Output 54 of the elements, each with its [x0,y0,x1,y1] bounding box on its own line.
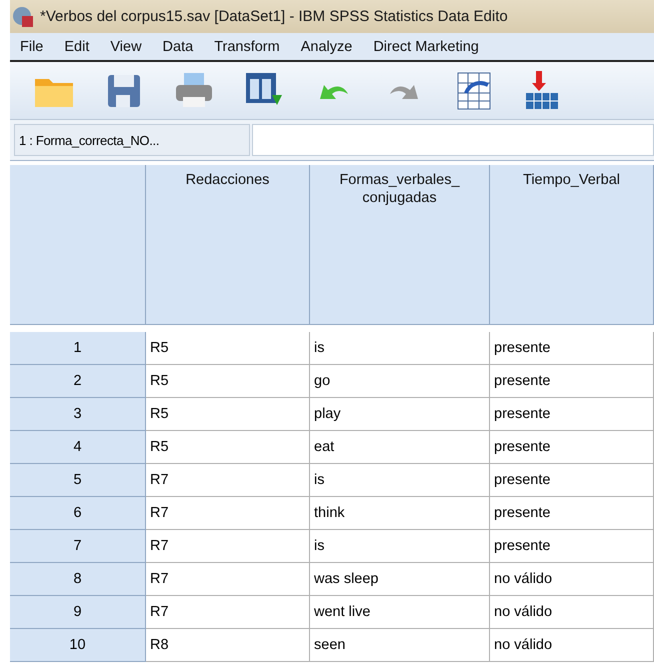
menu-item[interactable]: Edit [64,38,90,54]
table-cell: presente [490,398,654,431]
table-cell: presente [490,431,654,464]
table-cell: R7 [146,563,310,596]
table-cell: R7 [146,497,310,530]
table-cell: presente [490,332,654,365]
menu-item[interactable]: Analyze [300,38,352,54]
table-cell: is [310,464,490,497]
row-number[interactable]: 4 [10,431,146,464]
table-cell: presente [490,497,654,530]
row-number[interactable]: 9 [10,596,146,629]
table-cell: R7 [146,530,310,563]
column-header[interactable]: Tiempo_Verbal [490,165,654,325]
table-cell: R5 [146,398,310,431]
cell-reference: 1 : Forma_correcta_NO... [14,124,250,156]
table-cell: presente [490,365,654,398]
table-cell: presente [490,530,654,563]
menu-item[interactable]: Transform [214,38,280,54]
table-cell: seen [310,629,490,662]
menu-item[interactable]: Data [162,38,194,54]
table-cell: think [310,497,490,530]
table-cell: R5 [146,431,310,464]
menu-item[interactable]: View [110,38,142,54]
row-number[interactable]: 1 [10,332,146,365]
table-cell: R7 [146,596,310,629]
column-header[interactable]: Redacciones [146,165,310,325]
table-cell: eat [310,431,490,464]
table-cell: R5 [146,332,310,365]
table-cell: presente [490,464,654,497]
menu-item[interactable]: File [20,38,44,54]
app-icon [12,6,34,28]
table-cell: no válido [490,596,654,629]
cell-value-field[interactable] [252,124,654,156]
row-number[interactable]: 10 [10,629,146,662]
table-cell: is [310,530,490,563]
menu-item[interactable]: Direct Marketing [373,38,479,54]
row-number[interactable]: 7 [10,530,146,563]
table-cell: R7 [146,464,310,497]
row-number[interactable]: 3 [10,398,146,431]
table-cell: no válido [490,629,654,662]
table-cell: is [310,332,490,365]
row-number[interactable]: 8 [10,563,146,596]
column-header[interactable]: Formas_verbales_ conjugadas [310,165,490,325]
row-number[interactable]: 2 [10,365,146,398]
table-cell: was sleep [310,563,490,596]
table-cell: went live [310,596,490,629]
table-cell: R8 [146,629,310,662]
row-number[interactable]: 5 [10,464,146,497]
table-cell: no válido [490,563,654,596]
row-number[interactable]: 6 [10,497,146,530]
table-cell: go [310,365,490,398]
table-cell: play [310,398,490,431]
table-cell: R5 [146,365,310,398]
window-title: *Verbos del corpus15.sav [DataSet1] - IBM SPSS Statistics Data Edito [40,8,508,25]
